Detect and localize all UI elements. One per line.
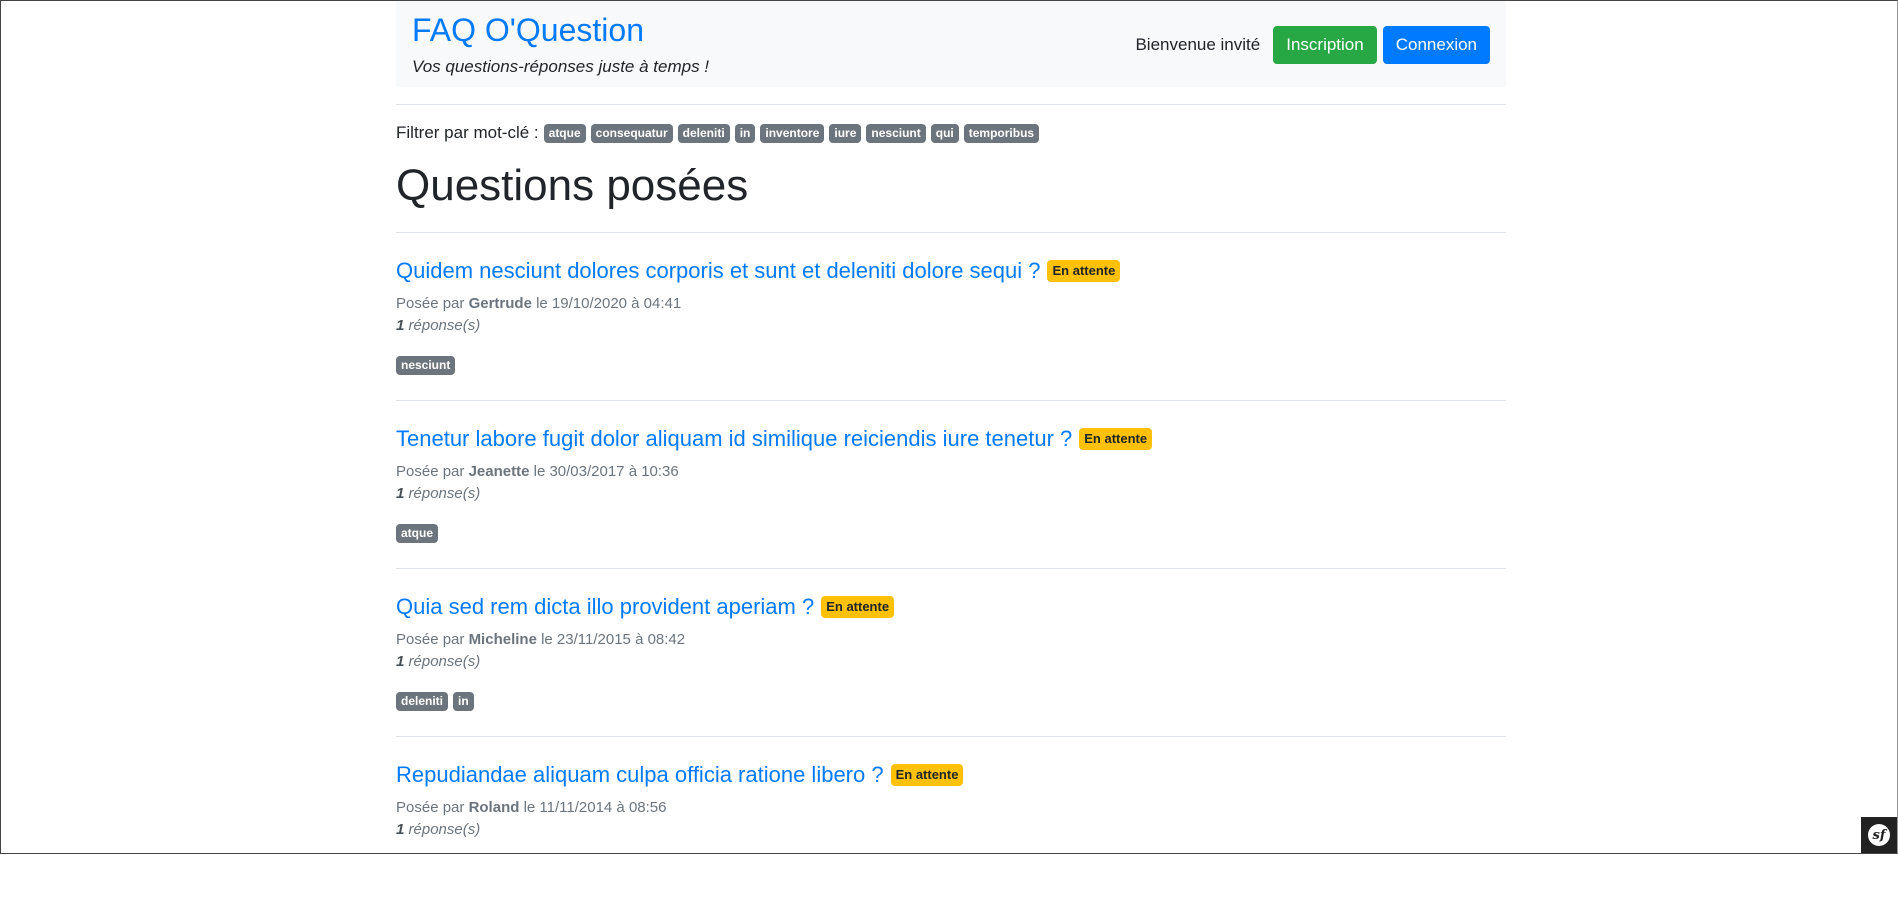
symfony-logo-icon: sf [1868,824,1890,846]
question-tag[interactable]: nesciunt [396,356,456,375]
answer-count-label: réponse(s) [408,821,481,838]
keyword-filter: Filtrer par mot-clé : atque consequatur … [396,123,1044,143]
question-date: le 11/11/2014 à 08:56 [523,799,667,816]
question-list: Quidem nesciunt dolores corporis et sunt… [396,232,1506,904]
header-actions: Bienvenue invité Inscription Connexion [1135,26,1490,64]
filter-label: Filtrer par mot-clé : [396,123,539,142]
answer-count-label: réponse(s) [408,653,481,670]
posted-by-label: Posée par [396,295,465,312]
question-title-row: Tenetur labore fugit dolor aliquam id si… [396,425,1153,453]
answer-count-number: 1 [396,653,405,670]
filter-tag[interactable]: inventore [760,123,825,143]
question-title-row: Quia sed rem dicta illo provident aperia… [396,593,895,621]
question-author: Gertrude [468,295,532,312]
question-title-row: Repudiandae aliquam culpa officia ration… [396,761,964,789]
answer-count-number: 1 [396,821,405,838]
filter-tag[interactable]: consequatur [590,123,673,143]
welcome-text: Bienvenue invité [1135,35,1261,54]
question-title-link[interactable]: Quia sed rem dicta illo provident aperia… [396,593,814,621]
answer-count: 1 réponse(s) [396,485,480,502]
question-tags: atque [396,524,443,543]
status-badge: En attente [1079,428,1153,450]
status-badge: En attente [1047,260,1121,282]
answer-count: 1 réponse(s) [396,821,480,838]
question-tag[interactable]: atque [396,524,439,543]
posted-by-label: Posée par [396,631,465,648]
site-title-link[interactable]: FAQ O'Question [412,11,644,49]
answer-count: 1 réponse(s) [396,653,480,670]
filter-tag[interactable]: in [734,123,756,143]
site-tagline: Vos questions-réponses juste à temps ! [412,57,710,76]
question-date: le 23/11/2015 à 08:42 [541,631,686,648]
question-author: Jeanette [468,463,530,480]
header-divider [396,104,1506,105]
filter-tag[interactable]: nesciunt [866,123,926,143]
question-meta: Posée par Roland le 11/11/2014 à 08:56 [396,799,666,816]
question-tag[interactable]: deleniti [396,692,449,711]
question-item: Repudiandae aliquam culpa officia ration… [396,736,1506,904]
main-container: FAQ O'Question Vos questions-réponses ju… [396,1,1506,838]
filter-tag[interactable]: atque [543,123,586,143]
site-header: FAQ O'Question Vos questions-réponses ju… [396,1,1506,87]
question-title-link[interactable]: Quidem nesciunt dolores corporis et sunt… [396,257,1040,285]
answer-count: 1 réponse(s) [396,317,480,334]
posted-by-label: Posée par [396,799,465,816]
filter-tag[interactable]: deleniti [677,123,730,143]
question-date: le 30/03/2017 à 10:36 [533,463,679,480]
question-item: Quia sed rem dicta illo provident aperia… [396,568,1506,736]
question-tags: nesciunt [396,356,460,375]
question-author: Micheline [468,631,537,648]
question-item: Quidem nesciunt dolores corporis et sunt… [396,232,1506,400]
question-author: Roland [468,799,520,816]
filter-tag[interactable]: iure [829,123,862,143]
question-tags: deleniti in [396,692,479,711]
question-item: Tenetur labore fugit dolor aliquam id si… [396,400,1506,568]
answer-count-number: 1 [396,317,405,334]
filter-tag[interactable]: temporibus [963,123,1040,143]
question-tag[interactable]: in [453,692,474,711]
signup-button[interactable]: Inscription [1273,26,1377,64]
answer-count-label: réponse(s) [408,485,481,502]
question-date: le 19/10/2020 à 04:41 [536,295,682,312]
filter-tag[interactable]: qui [930,123,959,143]
posted-by-label: Posée par [396,463,465,480]
login-button[interactable]: Connexion [1382,26,1490,64]
question-meta: Posée par Gertrude le 19/10/2020 à 04:41 [396,295,681,312]
status-badge: En attente [821,596,895,618]
answer-count-number: 1 [396,485,405,502]
question-title-link[interactable]: Tenetur labore fugit dolor aliquam id si… [396,425,1072,453]
question-meta: Posée par Jeanette le 30/03/2017 à 10:36 [396,463,679,480]
page-title: Questions posées [396,161,749,210]
question-title-link[interactable]: Repudiandae aliquam culpa officia ration… [396,761,884,789]
answer-count-label: réponse(s) [408,317,481,334]
symfony-debug-toolbar-toggle[interactable]: sf [1861,817,1897,853]
question-title-row: Quidem nesciunt dolores corporis et sunt… [396,257,1121,285]
question-meta: Posée par Micheline le 23/11/2015 à 08:4… [396,631,685,648]
status-badge: En attente [890,764,964,786]
